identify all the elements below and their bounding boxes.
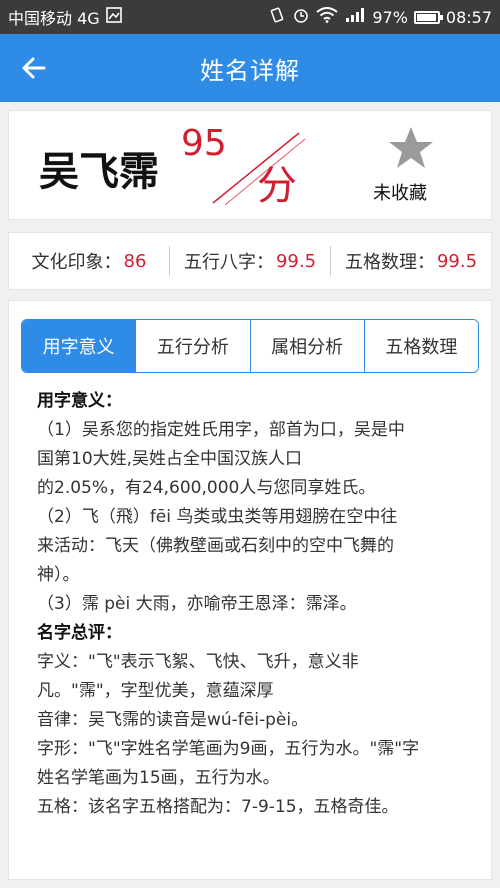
score-label: 文化印象： (31, 252, 122, 273)
tab-zodiac[interactable]: 属相分析 (249, 320, 364, 372)
text-line: 字形："飞"字姓名学笔画为9画，五行为水。"霈"字 (37, 739, 420, 759)
text-line: 字义："飞"表示飞絮、飞快、飞升，意义非 (37, 652, 359, 672)
back-arrow-icon[interactable] (18, 52, 50, 84)
score-culture: 文化印象： 86 (9, 246, 169, 276)
score-unit: 分 (257, 163, 297, 209)
section-heading: 名字总评： (37, 623, 122, 643)
battery-fill (416, 13, 437, 21)
status-left: 中国移动 4G (8, 5, 122, 29)
text-line: 国第10大姓,吴姓占全中国汉族人口 (37, 449, 303, 469)
text-line: （1）吴系您的指定姓氏用字，部首为口，吴是中 (37, 420, 405, 440)
alarm-icon (292, 6, 310, 28)
score-value: 95 (181, 123, 227, 164)
battery-icon (413, 10, 443, 24)
text-line: 凡。"霈"，字型优美，意蕴深厚 (37, 681, 274, 701)
score-number: 99.5 (275, 250, 317, 272)
text-line: 的2.05%，有24,600,000人与您同享姓氏。 (37, 478, 376, 498)
app-bar: 姓名详解 (0, 34, 500, 102)
score-wuxing: 五行八字： 99.5 (169, 246, 330, 276)
content-panel: 用字意义 五行分析 属相分析 五格数理 用字意义： （1）吴系您的指定姓氏用字，… (8, 300, 492, 880)
battery-percent: 97% (372, 7, 408, 27)
vibrate-icon (268, 6, 286, 28)
text-line: 神）。 (37, 565, 80, 585)
score-number: 86 (123, 250, 147, 272)
score-label: 五行八字： (183, 252, 274, 273)
name-text: 吴飞霈 (39, 149, 159, 195)
status-bar: 中国移动 4G 97% 08:57 (0, 0, 500, 34)
star-icon[interactable] (381, 125, 441, 171)
page-title: 姓名详解 (200, 56, 300, 85)
text-line: 五格：该名字五格搭配为：7-9-15，五格奇佳。 (37, 797, 399, 817)
clock: 08:57 (445, 7, 492, 27)
text-line: （3）霈 pèi 大雨，亦喻帝王恩泽：霈泽。 (37, 594, 357, 614)
status-right: 97% 08:57 (268, 6, 492, 28)
text-line: （2）飞（飛）fēi 鸟类或虫类等用翅膀在空中往 (37, 507, 398, 527)
score-label: 五格数理： (344, 252, 435, 273)
score-number: 99.5 (436, 250, 478, 272)
score-row: 文化印象： 86 五行八字： 99.5 五格数理： 99.5 (8, 232, 492, 290)
detail-text: 用字意义： （1）吴系您的指定姓氏用字，部首为口，吴是中 国第10大姓,吴姓占全… (37, 387, 467, 822)
text-line: 姓名学笔画为15画，五行为水。 (37, 768, 280, 788)
signal-icon (344, 7, 366, 27)
tab-bar: 用字意义 五行分析 属相分析 五格数理 (21, 319, 479, 373)
image-icon (105, 7, 122, 27)
carrier-label: 中国移动 4G (8, 9, 100, 28)
tab-meaning[interactable]: 用字意义 (22, 320, 136, 372)
tab-wuxing[interactable]: 五行分析 (135, 320, 250, 372)
name-card: 吴飞霈 95 分 未收藏 (8, 110, 492, 220)
wifi-icon (316, 7, 338, 27)
score-wuge: 五格数理： 99.5 (330, 246, 491, 276)
favorite-label[interactable]: 未收藏 (373, 179, 427, 205)
tab-wuge[interactable]: 五格数理 (363, 320, 478, 372)
section-heading: 用字意义： (37, 391, 122, 411)
text-line: 音律：吴飞霈的读音是wú-fēi-pèi。 (37, 710, 309, 730)
text-line: 来活动：飞天（佛教壁画或石刻中的空中飞舞的 (37, 536, 394, 556)
